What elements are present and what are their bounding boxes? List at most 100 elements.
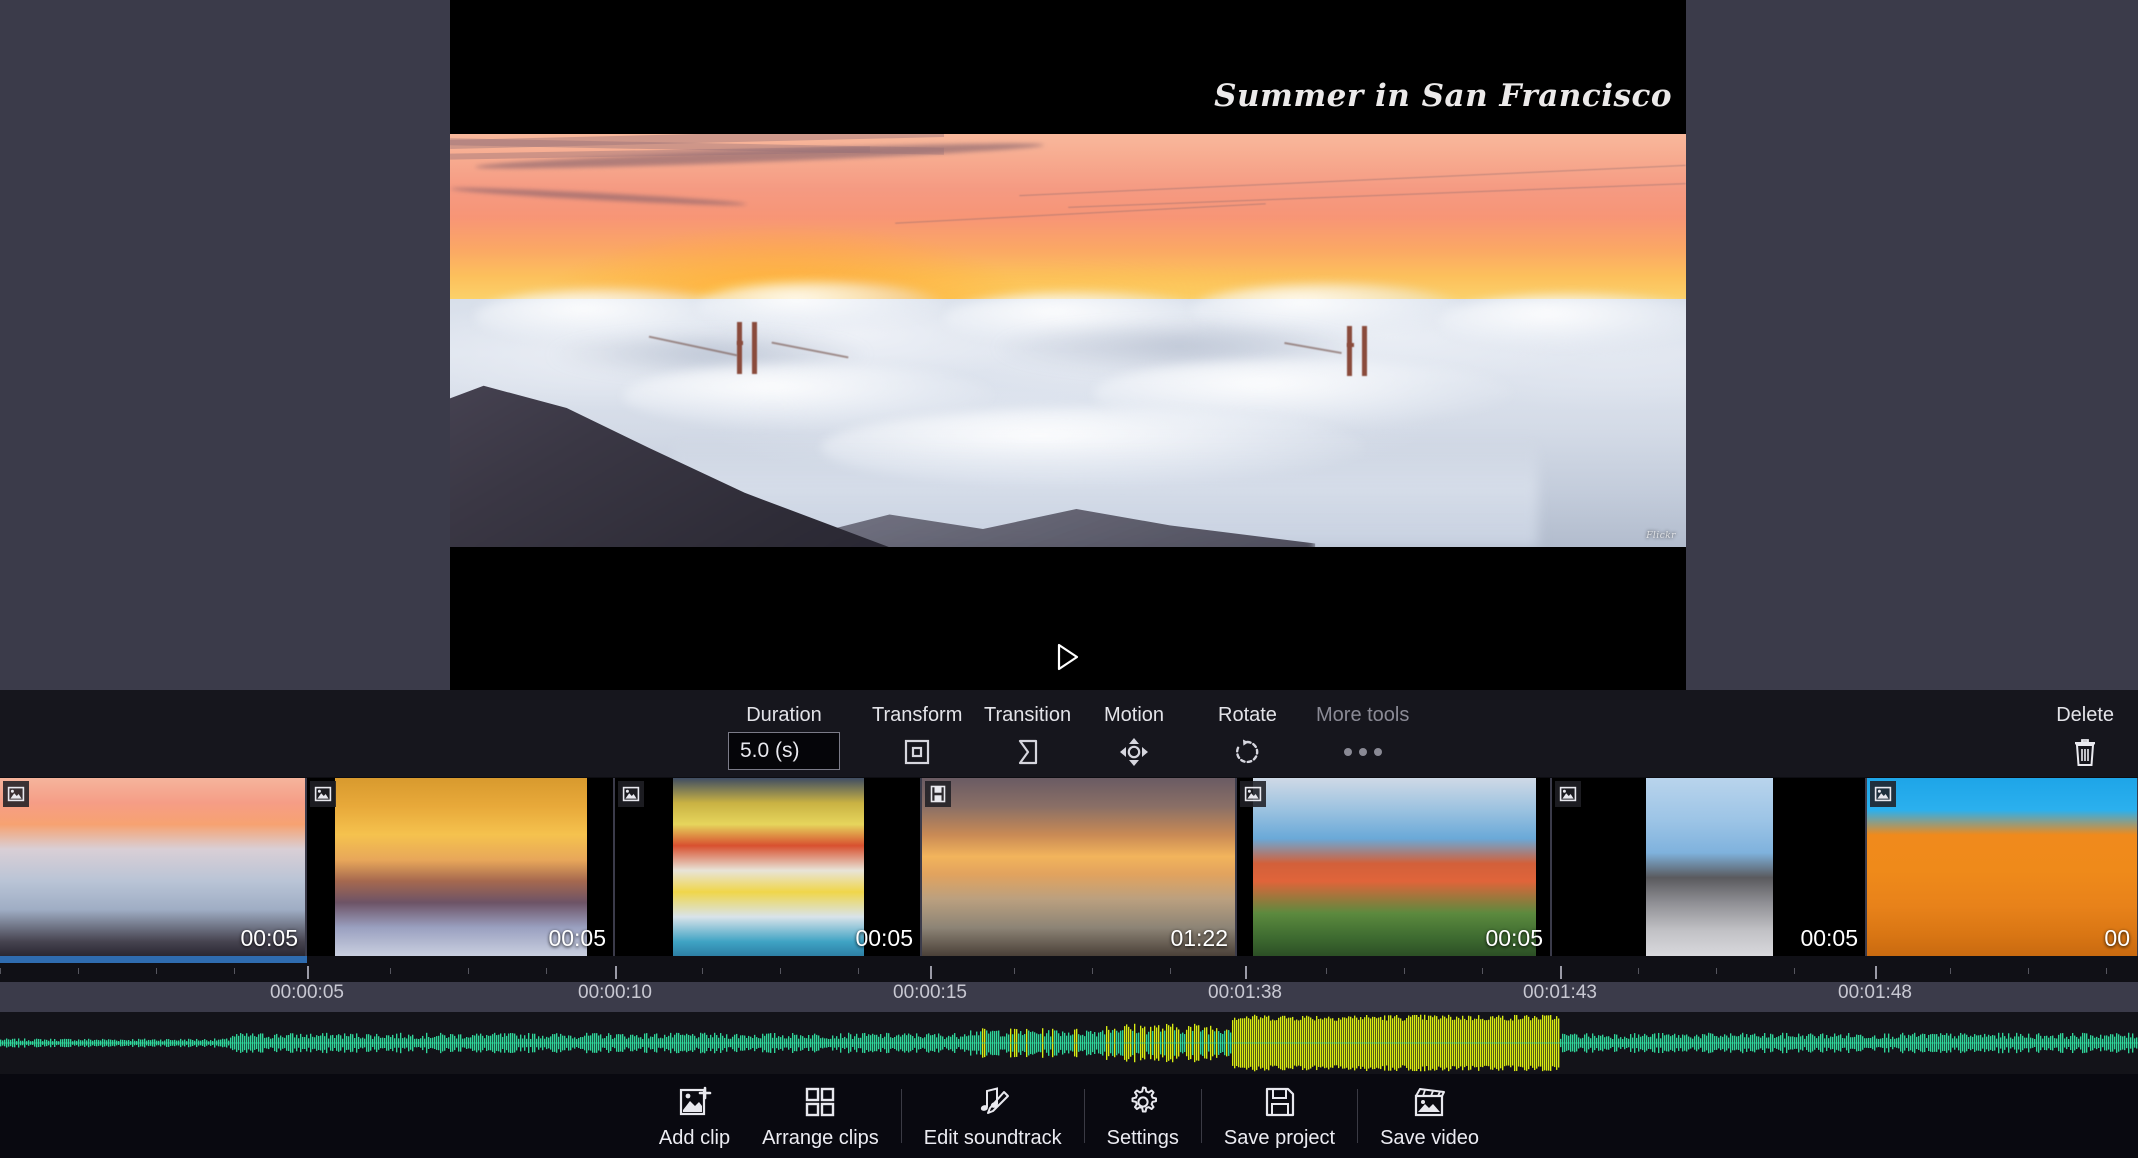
ruler-tick	[1560, 966, 1562, 979]
transition-icon	[1013, 735, 1043, 769]
more-tools-tool[interactable]: More tools	[1316, 704, 1409, 769]
timeline-clip[interactable]: 00	[1867, 778, 2138, 956]
ruler-minor-tick	[1482, 968, 1483, 974]
rotate-tool[interactable]: Rotate	[1218, 704, 1277, 769]
gear-icon	[1125, 1082, 1161, 1122]
save-project-label: Save project	[1223, 1127, 1336, 1149]
transform-icon	[902, 735, 932, 769]
main-toolbar: Add clip Arrange clips Edit soundtrack S…	[0, 1074, 2138, 1158]
edit-soundtrack-button[interactable]: Edit soundtrack	[908, 1082, 1078, 1150]
clip-edit-toolbar: Duration 5.0 (s) Transform Transition Mo…	[0, 690, 2138, 778]
clip-selection-indicator	[0, 956, 307, 963]
clip-thumbnail	[1646, 778, 1773, 956]
trash-icon	[2071, 735, 2099, 769]
settings-label: Settings	[1106, 1127, 1179, 1149]
audio-waveform	[0, 1014, 2138, 1072]
video-icon	[925, 781, 951, 807]
timeline-clip[interactable]: 00:05	[615, 778, 922, 956]
ruler-label: 00:01:38	[1208, 982, 1282, 1003]
timeline-clip[interactable]: 00:05	[1237, 778, 1552, 956]
toolbar-divider	[1357, 1089, 1359, 1143]
preview-watermark: Flickr	[1646, 531, 1676, 541]
preview-title-overlay: Summer in San Francisco	[1214, 78, 1672, 114]
motion-label: Motion	[1104, 704, 1165, 726]
clip-duration-label: 00:05	[1800, 925, 1858, 951]
floppy-icon	[1263, 1082, 1297, 1122]
add-image-icon	[677, 1082, 713, 1122]
motion-tool[interactable]: Motion	[1104, 704, 1164, 769]
image-icon	[1870, 781, 1896, 807]
image-icon	[1555, 781, 1581, 807]
ruler-minor-tick	[156, 968, 157, 974]
ruler-minor-tick	[780, 968, 781, 974]
ruler-minor-tick	[468, 968, 469, 974]
clip-thumbnail	[673, 778, 864, 956]
save-project-button[interactable]: Save project	[1208, 1082, 1351, 1150]
toolbar-divider	[1200, 1089, 1202, 1143]
image-icon	[1240, 781, 1266, 807]
ruler-tick	[1245, 966, 1247, 979]
image-icon	[310, 781, 336, 807]
timeline-clip[interactable]: 00:05	[1552, 778, 1867, 956]
rotate-label: Rotate	[1218, 704, 1277, 726]
clip-strip[interactable]: 00:05 00:05 00:05 01:22 00:05 00:05 00	[0, 778, 2138, 956]
duration-input[interactable]: 5.0 (s)	[728, 732, 840, 770]
grid-icon	[803, 1082, 837, 1122]
add-clip-label: Add clip	[658, 1127, 731, 1149]
play-button[interactable]	[1051, 640, 1085, 674]
clip-thumbnail	[1867, 778, 2137, 956]
toolbar-divider	[1083, 1089, 1085, 1143]
image-icon	[3, 781, 29, 807]
transform-tool[interactable]: Transform	[872, 704, 962, 769]
video-preview[interactable]: Flickr Summer in San Francisco	[450, 0, 1686, 690]
photo-bridge-tower-left	[736, 321, 742, 374]
delete-button[interactable]: Delete	[2056, 704, 2114, 769]
preview-photo: Flickr	[450, 134, 1686, 547]
rotate-icon	[1232, 735, 1262, 769]
ruler-minor-tick	[2028, 968, 2029, 974]
ruler-minor-tick	[1716, 968, 1717, 974]
ruler-label: 00:00:05	[270, 982, 344, 1003]
ruler-label: 00:01:48	[1838, 982, 1912, 1003]
timeline-clip[interactable]: 01:22	[922, 778, 1237, 956]
clip-duration-label: 01:22	[1170, 925, 1228, 951]
audio-track[interactable]	[0, 1012, 2138, 1074]
edit-soundtrack-label: Edit soundtrack	[923, 1127, 1062, 1149]
motion-icon	[1118, 735, 1150, 769]
timeline-clip[interactable]: 00:05	[0, 778, 307, 956]
transition-label: Transition	[984, 704, 1072, 726]
ruler-minor-tick	[1014, 968, 1015, 974]
arrange-clips-button[interactable]: Arrange clips	[746, 1082, 895, 1150]
ruler-tick	[615, 966, 617, 979]
ruler-minor-tick	[702, 968, 703, 974]
ruler-minor-tick	[1404, 968, 1405, 974]
timeline-clip[interactable]: 00:05	[307, 778, 615, 956]
ruler-label: 00:01:43	[1523, 982, 1597, 1003]
ruler-label: 00:00:10	[578, 982, 652, 1003]
ruler-tick	[307, 966, 309, 979]
clip-duration-label: 00:05	[1485, 925, 1543, 951]
clapperboard-icon	[1412, 1082, 1448, 1122]
ruler-minor-tick	[1170, 968, 1171, 974]
ruler-minor-tick	[78, 968, 79, 974]
ruler-minor-tick	[858, 968, 859, 974]
add-clip-button[interactable]: Add clip	[643, 1082, 746, 1150]
timeline[interactable]: 00:05 00:05 00:05 01:22 00:05 00:05 00 00:00:0…	[0, 778, 2138, 1003]
transition-tool[interactable]: Transition	[984, 704, 1071, 769]
photo-bridge-tower-right	[1347, 326, 1353, 377]
delete-label: Delete	[2056, 704, 2114, 726]
ruler-minor-tick	[1638, 968, 1639, 974]
ruler-minor-tick	[2106, 968, 2107, 974]
settings-button[interactable]: Settings	[1091, 1082, 1195, 1150]
music-pencil-icon	[975, 1082, 1011, 1122]
save-video-button[interactable]: Save video	[1364, 1082, 1495, 1150]
ruler-minor-tick	[1326, 968, 1327, 974]
ruler-tick	[1875, 966, 1877, 979]
video-editor-window: Flickr Summer in San Francisco Duration …	[0, 0, 2138, 1158]
ruler-tick	[930, 966, 932, 979]
save-video-label: Save video	[1380, 1127, 1480, 1149]
ruler-minor-tick	[234, 968, 235, 974]
more-dots-icon	[1343, 735, 1382, 769]
image-icon	[618, 781, 644, 807]
ruler-minor-tick	[1794, 968, 1795, 974]
